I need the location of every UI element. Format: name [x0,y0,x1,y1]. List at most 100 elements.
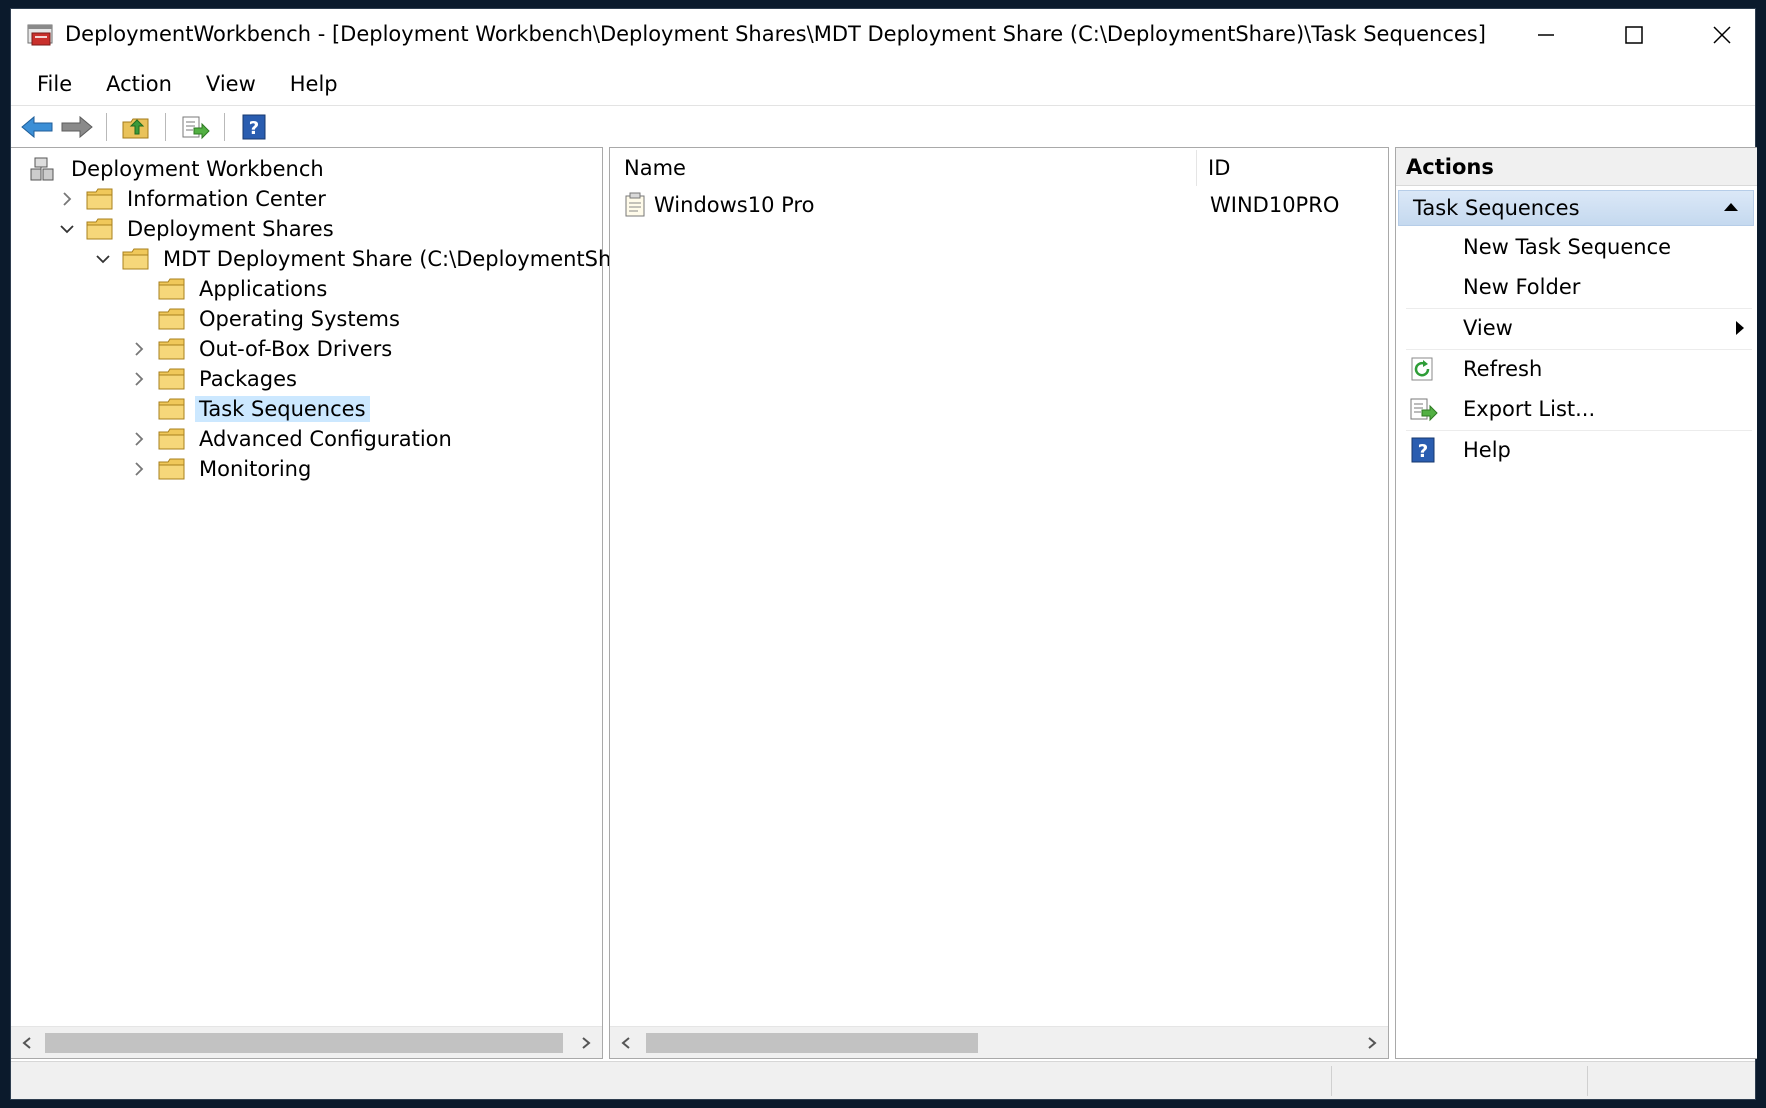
tree-item-deployment-workbench[interactable]: Deployment Workbench [21,154,328,184]
chevron-right-icon[interactable] [129,459,149,479]
folder-icon [157,456,187,482]
folder-icon [85,216,115,242]
actions-group-task-sequences[interactable]: Task Sequences [1398,190,1754,226]
tree-item-label: Operating Systems [199,307,400,331]
tree-item-label: Deployment Shares [127,217,334,241]
tree-item-applications[interactable]: Applications [129,274,331,304]
chevron-right-icon [582,1037,591,1049]
maximize-button[interactable] [1591,9,1677,61]
scroll-left-arrow[interactable] [610,1027,642,1059]
menu-help[interactable]: Help [272,68,354,100]
tree-item-label: Task Sequences [195,396,370,422]
chevron-left-icon [621,1037,630,1049]
tree-item-label: Monitoring [199,457,312,481]
toolbar-separator [106,112,107,141]
folder-icon [157,396,187,422]
folder-icon [157,426,187,452]
export-list-icon [1406,394,1440,424]
tree-item-mdt-deployment-share-c-deploymentshare[interactable]: MDT Deployment Share (C:\DeploymentShare… [93,244,657,274]
export-list-button[interactable] [175,109,215,145]
folder-icon [157,366,187,392]
folder-icon [157,336,187,362]
tree-item-label: Packages [199,367,297,391]
tree-item-label: Applications [199,277,328,301]
action-refresh[interactable]: Refresh [1406,350,1752,388]
toolbar-separator [165,112,166,141]
column-divider[interactable] [1196,150,1197,186]
tree-item-monitoring[interactable]: Monitoring [129,454,315,484]
scroll-thumb[interactable] [646,1033,978,1053]
chevron-right-icon[interactable] [129,339,149,359]
list-cell-name: Windows10 Pro [622,190,814,220]
tree-item-task-sequences[interactable]: Task Sequences [129,394,370,424]
status-bar [11,1061,1755,1099]
tree-item-label: Advanced Configuration [199,427,452,451]
svg-text:?: ? [249,118,259,139]
close-button[interactable] [1679,9,1765,61]
action-label: Help [1463,438,1511,462]
column-header-name[interactable]: Name [624,148,686,188]
forward-button[interactable] [57,109,97,145]
tree-item-information-center[interactable]: Information Center [57,184,330,214]
chevron-down-icon[interactable] [57,219,77,239]
list-cell-id: WIND10PRO [1210,190,1339,220]
svg-text:?: ? [1418,441,1428,462]
tree-item-deployment-shares[interactable]: Deployment Shares [57,214,338,244]
tree-item-label: Out-of-Box Drivers [199,337,393,361]
close-icon [1713,26,1731,44]
chevron-right-icon [1368,1037,1377,1049]
action-label: New Folder [1463,275,1581,299]
tree-item-advanced-configuration[interactable]: Advanced Configuration [129,424,456,454]
title-bar[interactable]: DeploymentWorkbench - [Deployment Workbe… [11,9,1755,61]
tree-item-operating-systems[interactable]: Operating Systems [129,304,404,334]
refresh-icon [1406,354,1440,384]
toolbar-separator [224,112,225,141]
workbench-icon [29,156,59,182]
results-list: Name ID Windows10 Pro WIND10PRO [609,147,1389,1059]
chevron-down-icon[interactable] [93,249,113,269]
minimize-button[interactable] [1503,9,1589,61]
action-new-task-sequence[interactable]: New Task Sequence [1406,228,1752,266]
tree-item-packages[interactable]: Packages [129,364,301,394]
chevron-left-icon [22,1037,31,1049]
chevron-right-icon[interactable] [129,369,149,389]
tree-item-label: Deployment Workbench [71,157,324,181]
menu-view[interactable]: View [188,68,272,100]
export-list-icon [182,116,210,139]
action-label: New Task Sequence [1463,235,1672,259]
scroll-right-arrow[interactable] [1356,1027,1388,1059]
chevron-right-icon[interactable] [57,189,77,209]
action-label: Refresh [1463,357,1543,381]
menu-file[interactable]: File [19,68,88,100]
column-header-id[interactable]: ID [1208,148,1230,188]
mmc-window: DeploymentWorkbench - [Deployment Workbe… [10,8,1757,1100]
tree-horizontal-scrollbar[interactable] [11,1026,602,1058]
menu-action[interactable]: Action [88,68,188,100]
action-new-folder[interactable]: New Folder [1406,268,1752,306]
tree-item-out-of-box-drivers[interactable]: Out-of-Box Drivers [129,334,396,364]
collapse-caret-icon [1724,203,1738,211]
up-one-level-button[interactable] [116,109,156,145]
status-divider [1587,1066,1588,1096]
action-view[interactable]: View [1406,309,1752,347]
console-tree: Deployment Workbench Information Center De… [11,147,653,1059]
action-label: View [1463,316,1513,340]
actions-group-label: Task Sequences [1413,196,1580,220]
actions-pane: Actions Task Sequences New Task Sequence… [1395,147,1757,1059]
back-button[interactable] [17,109,57,145]
action-export-list[interactable]: Export List... [1406,390,1752,428]
action-help[interactable]: ? Help [1406,431,1752,469]
actions-title: Actions [1396,148,1757,186]
list-horizontal-scrollbar[interactable] [610,1026,1388,1058]
action-label: Export List... [1463,397,1596,421]
list-item[interactable]: Windows10 Pro WIND10PRO [610,190,1388,220]
chevron-right-icon[interactable] [129,429,149,449]
folder-icon [85,186,115,212]
window-title: DeploymentWorkbench - [Deployment Workbe… [65,22,1486,46]
minimize-icon [1538,34,1554,36]
help-button[interactable]: ? [234,109,274,145]
scroll-thumb[interactable] [45,1033,563,1053]
scroll-left-arrow[interactable] [11,1027,43,1059]
scroll-right-arrow[interactable] [570,1027,602,1059]
folder-icon [157,306,187,332]
